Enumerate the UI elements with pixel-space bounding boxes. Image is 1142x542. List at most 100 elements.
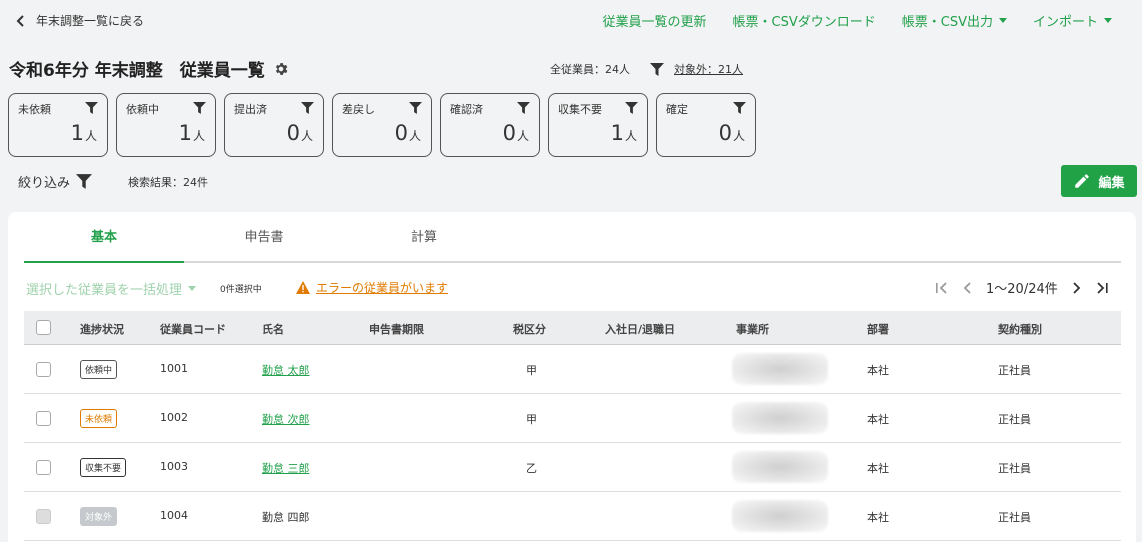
status-card-unit: 人 [192, 129, 205, 143]
refresh-employee-list-link[interactable]: 従業員一覧の更新 [603, 11, 707, 30]
status-card-value: 0人 [287, 121, 313, 145]
table-row: 収集不要 1003 勤怠 三郎 乙 本社 正社員 [24, 443, 1121, 492]
employee-name[interactable]: 勤怠 次郎 [262, 411, 310, 427]
tab-calculation[interactable]: 計算 [344, 212, 504, 261]
employee-name[interactable]: 勤怠 太郎 [262, 362, 310, 378]
status-card-unit: 人 [732, 129, 745, 143]
department: 本社 [867, 462, 889, 475]
back-link[interactable]: 年末調整一覧に戻る [14, 12, 144, 29]
row-checkbox[interactable] [36, 460, 51, 475]
header-office: 事業所 [736, 323, 769, 336]
status-card-finalized[interactable]: 確定 0 人 [656, 93, 756, 157]
office-redacted [732, 353, 828, 385]
output-forms-csv-label: 帳票・CSV出力 [901, 15, 993, 30]
filter-icon [76, 174, 93, 189]
total-employees: 全従業員：24人 [550, 63, 630, 76]
row-checkbox[interactable] [36, 411, 51, 426]
narrow-filter-label: 絞り込み [18, 176, 71, 191]
office-redacted [732, 402, 828, 434]
back-link-label: 年末調整一覧に戻る [36, 14, 145, 28]
filter-icon[interactable] [409, 102, 422, 114]
page-range: 1〜20/24件 [986, 282, 1058, 297]
employee-counts: 全従業員：24人 対象外：21人 [550, 61, 743, 77]
status-card-unit: 人 [516, 129, 529, 143]
status-card-submitted[interactable]: 提出済 0 人 [224, 93, 324, 157]
refresh-employee-list-label: 従業員一覧の更新 [602, 15, 707, 30]
status-card-value: 1人 [179, 121, 205, 145]
department: 本社 [867, 511, 889, 524]
status-card-label: 差戻し [342, 103, 375, 116]
tab-bar: 基本 申告書 計算 [24, 212, 1121, 263]
tax-category: 甲 [526, 413, 537, 426]
caret-down-icon [1104, 18, 1112, 23]
header-deadline: 申告書期限 [369, 323, 424, 336]
tax-category: 甲 [526, 364, 537, 377]
employee-name[interactable]: 勤怠 三郎 [262, 460, 310, 476]
employee-table-panel: 基本 申告書 計算 選択した従業員を一括処理 0件選択中 エラーの従業員がいます… [8, 212, 1136, 542]
pagination: 1〜20/24件 [934, 278, 1110, 297]
row-checkbox [36, 509, 51, 524]
prev-page-icon[interactable] [960, 280, 976, 296]
top-bar: 年末調整一覧に戻る 従業員一覧の更新 帳票・CSVダウンロード 帳票・CSV出力… [0, 0, 1142, 40]
header-dept: 部署 [867, 323, 889, 336]
status-card-count: 0 [394, 121, 408, 145]
output-forms-csv-menu[interactable]: 帳票・CSV出力 [902, 11, 1007, 30]
pencil-icon [1075, 174, 1090, 188]
department: 本社 [867, 413, 889, 426]
status-card-not-requested[interactable]: 未依頼 1 人 [8, 93, 108, 157]
gear-icon[interactable] [273, 61, 289, 77]
status-card-not-required[interactable]: 収集不要 1 人 [548, 93, 648, 157]
contract-type: 正社員 [998, 511, 1031, 524]
edit-button[interactable]: 編集 [1061, 165, 1137, 197]
filter-icon[interactable] [733, 102, 746, 114]
row-checkbox[interactable] [36, 362, 51, 377]
status-cards: 未依頼 1 人依頼中 1 人提出済 0 人差戻し 0 人確認済 0 人収集不要 1 人確定 0 人 [8, 93, 756, 157]
status-badge: 依頼中 [80, 360, 118, 379]
next-page-icon[interactable] [1068, 280, 1084, 296]
status-card-label: 収集不要 [558, 103, 602, 116]
department: 本社 [867, 364, 889, 377]
selected-count: 0件選択中 [220, 285, 262, 295]
status-card-requested[interactable]: 依頼中 1 人 [116, 93, 216, 157]
contract-type: 正社員 [998, 413, 1031, 426]
status-badge: 対象外 [80, 507, 118, 526]
filter-icon[interactable] [625, 102, 638, 114]
filter-icon[interactable] [85, 102, 98, 114]
last-page-icon[interactable] [1094, 280, 1110, 296]
status-card-value: 1人 [611, 121, 637, 145]
warning-icon [296, 281, 310, 294]
status-card-label: 確認済 [450, 103, 483, 116]
employee-code: 1004 [160, 509, 188, 522]
status-card-confirmed[interactable]: 確認済 0 人 [440, 93, 540, 157]
employee-name: 勤怠 四郎 [262, 511, 310, 524]
filter-icon[interactable] [517, 102, 530, 114]
tab-declaration[interactable]: 申告書 [184, 212, 344, 261]
caret-down-icon [188, 286, 197, 291]
contract-type: 正社員 [998, 364, 1031, 377]
title-row: 令和6年分 年末調整 従業員一覧 [9, 56, 289, 81]
status-card-value: 0人 [719, 121, 745, 145]
caret-down-icon [998, 18, 1007, 23]
import-menu[interactable]: インポート [1033, 11, 1112, 30]
narrow-filter-button[interactable]: 絞り込み [18, 172, 93, 191]
status-card-unit: 人 [408, 129, 421, 143]
header-status: 進捗状況 [80, 323, 124, 336]
status-card-value: 0人 [395, 121, 421, 145]
status-card-count: 1 [70, 121, 84, 145]
filter-icon[interactable] [301, 102, 314, 114]
first-page-icon[interactable] [934, 280, 950, 296]
excluded-employees-link[interactable]: 対象外：21人 [674, 61, 743, 77]
contract-type: 正社員 [998, 462, 1031, 475]
filter-icon[interactable] [193, 102, 206, 114]
status-card-label: 確定 [666, 103, 688, 116]
status-card-returned[interactable]: 差戻し 0 人 [332, 93, 432, 157]
header-code: 従業員コード [160, 323, 226, 336]
status-card-count: 0 [286, 121, 300, 145]
excluded-filter: 対象外：21人 [650, 61, 743, 77]
select-all-checkbox[interactable] [36, 320, 51, 335]
download-forms-csv-link[interactable]: 帳票・CSVダウンロード [733, 11, 876, 30]
tab-basic[interactable]: 基本 [24, 212, 184, 263]
office-redacted [732, 500, 828, 532]
error-employees-link[interactable]: エラーの従業員がいます [296, 279, 448, 296]
bulk-action-dropdown[interactable]: 選択した従業員を一括処理 [26, 279, 197, 298]
